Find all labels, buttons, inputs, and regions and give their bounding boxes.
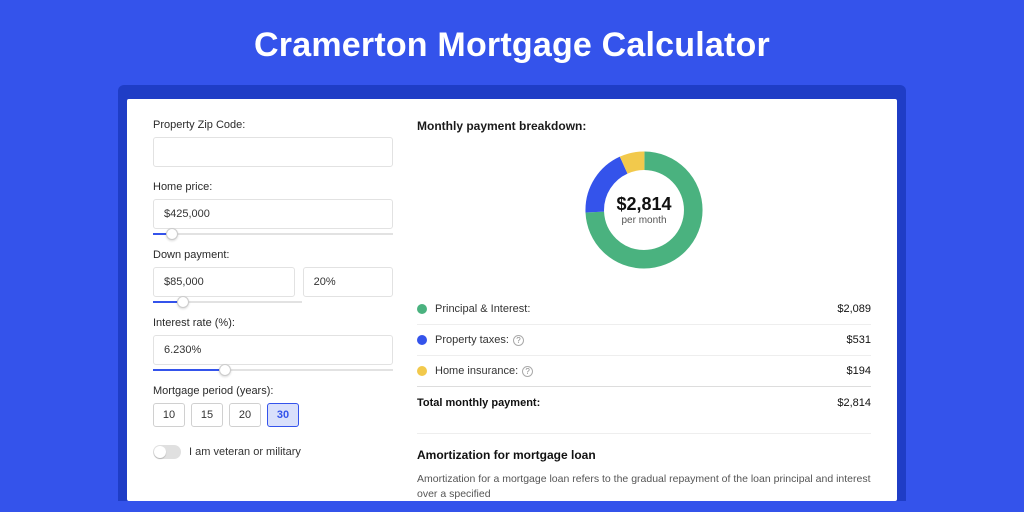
home-price-input[interactable] [153,199,393,229]
field-interest: Interest rate (%): [153,317,393,371]
slider-thumb[interactable] [219,364,231,376]
interest-slider[interactable] [153,369,393,371]
donut-wrap: $2,814 per month [417,145,871,275]
toggle-knob [154,446,166,458]
interest-label: Interest rate (%): [153,317,393,329]
breakdown-label: Principal & Interest: [435,303,837,315]
veteran-label: I am veteran or military [189,446,301,458]
interest-input[interactable] [153,335,393,365]
amortization-text: Amortization for a mortgage loan refers … [417,472,871,501]
down-payment-slider[interactable] [153,301,302,303]
breakdown-row: Principal & Interest:$2,089 [417,293,871,324]
period-btn-20[interactable]: 20 [229,403,261,427]
field-period: Mortgage period (years): 10152030 [153,385,393,427]
field-zip: Property Zip Code: [153,119,393,167]
donut-sub: per month [621,215,666,226]
period-btn-30[interactable]: 30 [267,403,299,427]
help-icon[interactable]: ? [522,366,533,377]
field-down-payment: Down payment: [153,249,393,303]
amortization-section: Amortization for mortgage loan Amortizat… [417,433,871,501]
breakdown-label: Home insurance:? [435,365,847,377]
veteran-row: I am veteran or military [153,445,393,459]
period-btn-15[interactable]: 15 [191,403,223,427]
home-price-slider[interactable] [153,233,393,235]
breakdown-value: $2,089 [837,303,871,315]
veteran-toggle[interactable] [153,445,181,459]
calculator-card: Property Zip Code: Home price: Down paym… [127,99,897,501]
donut-amount: $2,814 [616,194,671,215]
slider-thumb[interactable] [166,228,178,240]
legend-dot-icon [417,366,427,376]
total-label: Total monthly payment: [417,397,837,409]
down-payment-input[interactable] [153,267,295,297]
period-btn-10[interactable]: 10 [153,403,185,427]
form-column: Property Zip Code: Home price: Down paym… [153,119,393,501]
field-home-price: Home price: [153,181,393,235]
page-title: Cramerton Mortgage Calculator [0,0,1024,85]
period-buttons: 10152030 [153,403,393,427]
donut-chart: $2,814 per month [579,145,709,275]
period-label: Mortgage period (years): [153,385,393,397]
breakdown-value: $194 [847,365,871,377]
down-payment-label: Down payment: [153,249,393,261]
legend-dot-icon [417,335,427,345]
total-value: $2,814 [837,397,871,409]
home-price-label: Home price: [153,181,393,193]
slider-thumb[interactable] [177,296,189,308]
down-payment-pct-input[interactable] [303,267,393,297]
total-row: Total monthly payment: $2,814 [417,386,871,419]
breakdown-list: Principal & Interest:$2,089Property taxe… [417,293,871,386]
donut-center: $2,814 per month [579,145,709,275]
zip-input[interactable] [153,137,393,167]
help-icon[interactable]: ? [513,335,524,346]
breakdown-title: Monthly payment breakdown: [417,119,871,133]
amortization-title: Amortization for mortgage loan [417,448,871,462]
breakdown-column: Monthly payment breakdown: $2,814 per mo… [417,119,871,501]
zip-label: Property Zip Code: [153,119,393,131]
breakdown-label: Property taxes:? [435,334,847,346]
breakdown-row: Home insurance:?$194 [417,355,871,386]
legend-dot-icon [417,304,427,314]
card-backdrop: Property Zip Code: Home price: Down paym… [118,85,906,501]
breakdown-value: $531 [847,334,871,346]
breakdown-row: Property taxes:?$531 [417,324,871,355]
